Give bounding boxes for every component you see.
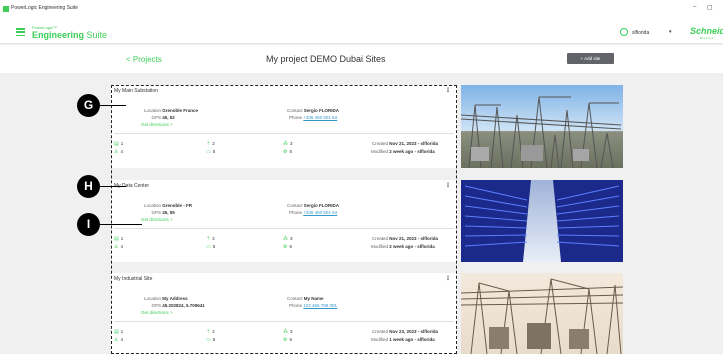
get-directions-link[interactable]: Get directions > — [141, 310, 173, 315]
annotation-pointer-h — [100, 186, 126, 188]
stat-settings: ⚙ 6 — [283, 244, 292, 250]
more-options-icon[interactable]: ⋮ — [445, 182, 451, 189]
network-icon: ⁂ — [283, 236, 288, 242]
card-divider — [114, 321, 454, 322]
stat-devices: ▭ 5 — [206, 149, 216, 155]
stat-users: ♙ 4 — [114, 337, 123, 343]
phone-link[interactable]: +336 450 501 64 — [303, 115, 337, 120]
stat-switchboards: ▤ 1 — [114, 141, 124, 147]
back-to-projects-link[interactable]: < Projects — [126, 55, 162, 64]
card-divider — [114, 228, 454, 229]
device-icon: ▭ — [206, 337, 211, 343]
created-row: Created Nov 23, 2023 - slflorida — [371, 329, 439, 334]
modified-row: Modified 1 week ago - slflorida — [370, 337, 435, 342]
modified-row: Modified 2 week ago - slflorida — [370, 149, 435, 154]
gps-row: GPS 45, 55 — [151, 210, 175, 215]
hamburger-menu-icon[interactable] — [16, 28, 25, 37]
user-name[interactable]: slflorida — [632, 30, 649, 36]
app-icon — [3, 6, 9, 12]
site-card[interactable]: My Industrial Site ⋮ Location My Address… — [111, 273, 457, 354]
gps-row: GPS 45.202824, 5.709641 — [151, 303, 205, 308]
project-toolbar: < Projects My project DEMO Dubai Sites +… — [0, 45, 723, 73]
users-icon: ♙ — [114, 337, 119, 343]
window-title: PowerLogic Engineering Suite — [11, 5, 78, 11]
phone-link[interactable]: +336 450 501 64 — [303, 210, 337, 215]
switchboard-icon: ▤ — [114, 329, 119, 335]
location-row: Location My Address — [143, 296, 188, 301]
annotation-pointer-g — [100, 105, 126, 107]
transformer-icon: ⇡ — [206, 141, 211, 147]
contact-row: Contact Sergio FLORIDA — [287, 108, 340, 113]
brand-title: Engineering Suite — [32, 30, 108, 40]
gps-row: GPS 45, 52 — [151, 115, 175, 120]
stat-networks: ⁂ 3 — [283, 236, 293, 242]
transformer-icon: ⇡ — [206, 236, 211, 242]
switchboard-icon: ▤ — [114, 141, 119, 147]
settings-icon: ⚙ — [283, 337, 288, 343]
stat-transformers: ⇡ 2 — [206, 141, 215, 147]
settings-icon: ⚙ — [283, 149, 288, 155]
network-icon: ⁂ — [283, 141, 288, 147]
datacenter-photo — [461, 180, 623, 262]
chevron-down-icon[interactable]: ▾ — [669, 29, 672, 35]
site-card[interactable]: My Main Substation ⋮ Location Grenoble F… — [111, 85, 457, 168]
device-icon: ▭ — [206, 244, 211, 250]
stat-switchboards: ▤ 1 — [114, 329, 124, 335]
stat-switchboards: ▤ 1 — [114, 236, 124, 242]
schneider-logo: Schneider — [690, 26, 723, 36]
stat-users: ♙ 4 — [114, 149, 123, 155]
get-directions-link[interactable]: Get directions > — [141, 122, 173, 127]
phone-row: Phone +336 450 501 64 — [289, 115, 338, 120]
user-icon[interactable] — [620, 28, 628, 36]
app-header: PowerLogic™ Engineering Suite slflorida … — [0, 22, 723, 44]
stat-settings: ⚙ 6 — [283, 149, 292, 155]
network-icon: ⁂ — [283, 329, 288, 335]
modified-row: Modified 2 week ago - slflorida — [370, 244, 435, 249]
minimize-button[interactable]: – — [693, 4, 696, 10]
stat-networks: ⁂ 3 — [283, 329, 293, 335]
get-directions-link[interactable]: Get directions > — [141, 217, 173, 222]
site-name[interactable]: My Main Substation — [114, 88, 158, 94]
settings-icon: ⚙ — [283, 244, 288, 250]
annotation-marker-g: G — [77, 94, 100, 117]
phone-row: Phone +336 450 501 64 — [289, 210, 338, 215]
annotation-marker-i: I — [77, 213, 100, 236]
contact-row: Contact My Name — [287, 296, 324, 301]
users-icon: ♙ — [114, 244, 119, 250]
industrial-site-photo — [461, 273, 623, 354]
site-name[interactable]: My Industrial Site — [114, 276, 152, 282]
substation-photo — [461, 85, 623, 168]
location-row: Location Grenoble France — [143, 108, 199, 113]
phone-row: Phone 123 456 789 001 — [289, 303, 338, 308]
more-options-icon[interactable]: ⋮ — [445, 87, 451, 94]
card-divider — [114, 133, 454, 134]
switchboard-icon: ▤ — [114, 236, 119, 242]
add-site-button[interactable]: + Add site — [567, 53, 614, 64]
location-row: Location Grenoble - FR — [143, 203, 193, 208]
transformer-icon: ⇡ — [206, 329, 211, 335]
page-title: My project DEMO Dubai Sites — [266, 54, 386, 64]
stat-devices: ▭ 5 — [206, 244, 216, 250]
more-options-icon[interactable]: ⋮ — [445, 275, 451, 282]
annotation-marker-h: H — [77, 175, 100, 198]
title-bar: PowerLogic Engineering Suite – ◻ — [0, 0, 723, 22]
contact-row: Contact Sergio FLORIDA — [287, 203, 340, 208]
annotation-pointer-i — [100, 224, 142, 226]
created-row: Created Nov 21, 2023 - slflorida — [371, 236, 439, 241]
stat-transformers: ⇡ 2 — [206, 329, 215, 335]
users-icon: ♙ — [114, 149, 119, 155]
device-icon: ▭ — [206, 149, 211, 155]
stat-networks: ⁂ 3 — [283, 141, 293, 147]
stat-users: ♙ 4 — [114, 244, 123, 250]
created-row: Created Nov 21, 2023 - slflorida — [371, 141, 439, 146]
stat-devices: ▭ 5 — [206, 337, 216, 343]
stat-settings: ⚙ 6 — [283, 337, 292, 343]
maximize-button[interactable]: ◻ — [707, 3, 713, 11]
phone-link[interactable]: 123 456 789 001 — [303, 303, 337, 308]
schneider-logo-sub: Electric — [700, 36, 714, 40]
stat-transformers: ⇡ 2 — [206, 236, 215, 242]
site-card[interactable]: My Data Center ⋮ Location Grenoble - FR … — [111, 180, 457, 262]
